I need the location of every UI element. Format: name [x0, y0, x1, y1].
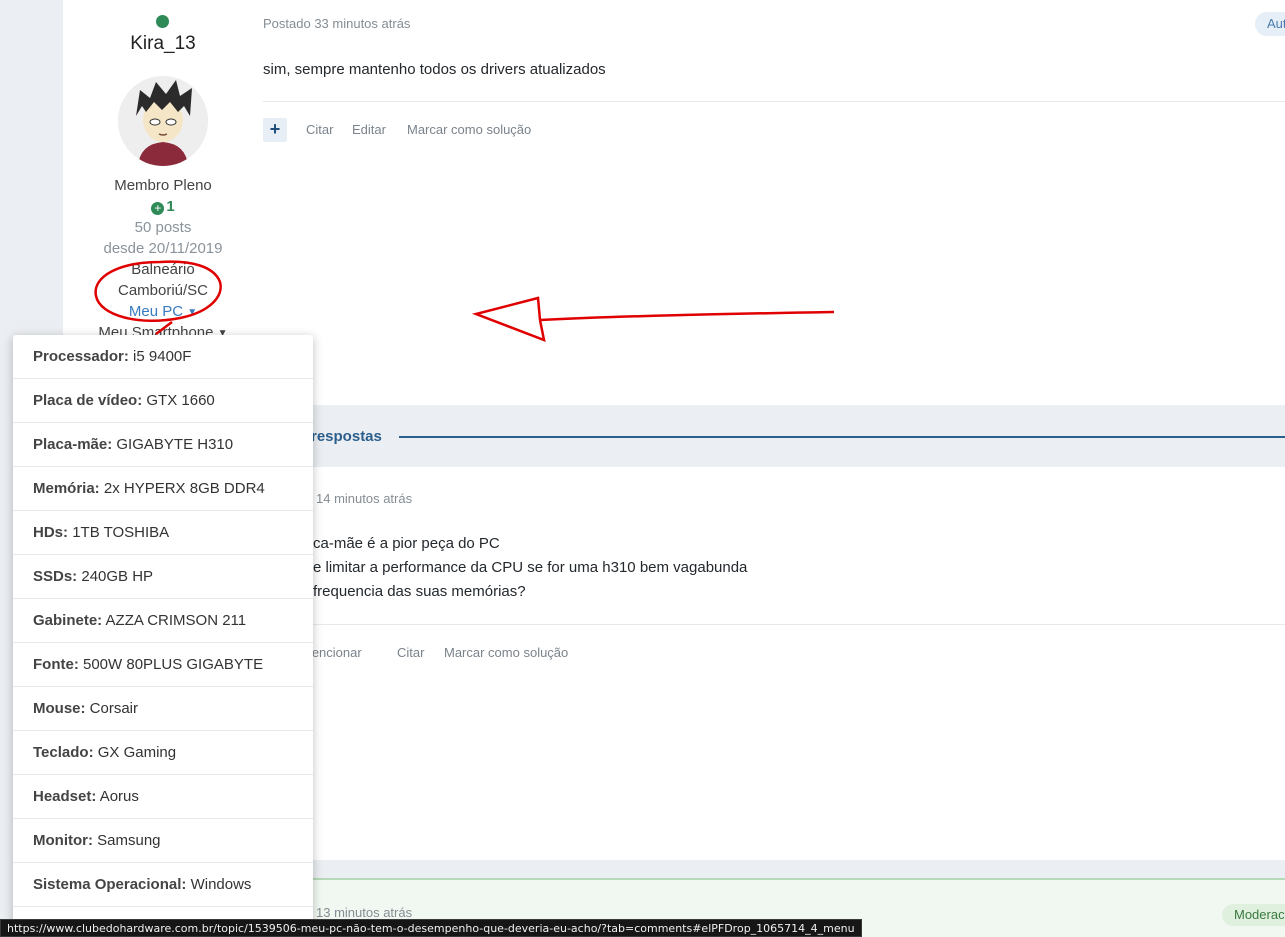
plus-circle-icon: + — [151, 202, 165, 215]
post-line-2: e limitar a performance da CPU se for um… — [313, 559, 748, 576]
menu-item-key: HDs: — [33, 524, 69, 541]
mark-solution-button[interactable]: Marcar como solução — [444, 645, 568, 660]
meu-pc-label[interactable]: Meu PC — [129, 303, 183, 320]
quote-button[interactable]: Citar — [306, 122, 333, 137]
menu-item-memoria[interactable]: Memória: 2x HYPERX 8GB DDR4 — [13, 467, 313, 511]
menu-item-value: 2x HYPERX 8GB DDR4 — [103, 480, 265, 497]
menu-item-key: Teclado: — [33, 744, 94, 761]
menu-item-key: Fonte: — [33, 656, 79, 673]
menu-item-gabinete[interactable]: Gabinete: AZZA CRIMSON 211 — [13, 599, 313, 643]
menu-item-value: i5 9400F — [133, 348, 192, 365]
post-date: 13 minutos atrás — [316, 905, 413, 920]
online-status-icon — [156, 15, 169, 28]
menu-item-sistema-operacional[interactable]: Sistema Operacional: Windows — [13, 863, 313, 907]
location-line-2: Camboriú/SC — [117, 282, 209, 299]
menu-item-monitor[interactable]: Monitor: Samsung — [13, 819, 313, 863]
author-badge: Aut — [1255, 12, 1285, 36]
post-content: sim, sempre mantenho todos os drivers at… — [263, 61, 606, 78]
post-count: 50 posts — [134, 219, 192, 236]
moderator-badge: Moderac — [1222, 904, 1285, 926]
post-date: Postado 33 minutos atrás — [263, 16, 411, 31]
menu-item-key: Processador: — [33, 348, 129, 365]
menu-item-hds[interactable]: HDs: 1TB TOSHIBA — [13, 511, 313, 555]
menu-item-value: GX Gaming — [97, 744, 177, 761]
menu-item-key: Monitor: — [33, 832, 93, 849]
menu-item-fonte[interactable]: Fonte: 500W 80PLUS GIGABYTE — [13, 643, 313, 687]
author-name[interactable]: Kira_13 — [63, 33, 263, 55]
location-line-1: Balneário — [131, 261, 195, 278]
menu-item-placa-de-video[interactable]: Placa de vídeo: GTX 1660 — [13, 379, 313, 423]
meu-pc-dropdown-menu: Processador: i5 9400F Placa de vídeo: GT… — [13, 335, 313, 937]
post-line-1: ca-mãe é a pior peça do PC — [313, 535, 500, 552]
menu-item-value: 240GB HP — [81, 568, 154, 585]
menu-item-ssds[interactable]: SSDs: 240GB HP — [13, 555, 313, 599]
menu-item-placa-mae[interactable]: Placa-mãe: GIGABYTE H310 — [13, 423, 313, 467]
reputation: +1 — [63, 198, 263, 215]
caret-down-icon: ▼ — [187, 307, 198, 318]
menu-item-value: Corsair — [89, 700, 139, 717]
menu-item-key: Placa de vídeo: — [33, 392, 143, 409]
mark-solution-button[interactable]: Marcar como solução — [407, 122, 531, 137]
member-since: desde 20/11/2019 — [103, 240, 223, 257]
menu-item-mouse[interactable]: Mouse: Corsair — [13, 687, 313, 731]
menu-item-key: SSDs: — [33, 568, 78, 585]
menu-item-key: Gabinete: — [33, 612, 103, 629]
edit-button[interactable]: Editar — [352, 122, 386, 137]
member-rank: Membro Pleno — [114, 177, 212, 194]
avatar[interactable] — [118, 76, 208, 166]
menu-item-value: 500W 80PLUS GIGABYTE — [83, 656, 264, 673]
menu-item-key: Placa-mãe: — [33, 436, 113, 453]
meu-pc-toggle[interactable]: Meu PC ▼ — [63, 303, 263, 320]
menu-item-key: Headset: — [33, 788, 97, 805]
menu-item-value: Samsung — [97, 832, 161, 849]
menu-item-value: GIGABYTE H310 — [116, 436, 234, 453]
replies-divider — [399, 436, 1285, 438]
browser-status-url: https://www.clubedohardware.com.br/topic… — [0, 919, 862, 937]
quote-button[interactable]: Citar — [397, 645, 424, 660]
reputation-count: 1 — [166, 198, 175, 215]
menu-item-headset[interactable]: Headset: Aorus — [13, 775, 313, 819]
menu-item-key: Mouse: — [33, 700, 86, 717]
menu-item-value: Windows — [190, 876, 252, 893]
menu-item-value: 1TB TOSHIBA — [72, 524, 170, 541]
menu-item-value: Aorus — [99, 788, 139, 805]
post-date: 14 minutos atrás — [316, 491, 413, 506]
menu-item-teclado[interactable]: Teclado: GX Gaming — [13, 731, 313, 775]
menu-item-value: AZZA CRIMSON 211 — [105, 612, 247, 629]
menu-item-key: Memória: — [33, 480, 100, 497]
replies-title: respostas — [311, 428, 382, 445]
menu-item-key: Sistema Operacional: — [33, 876, 187, 893]
post-line-3: frequencia das suas memórias? — [313, 583, 526, 600]
menu-item-processador[interactable]: Processador: i5 9400F — [13, 335, 313, 379]
post-divider — [311, 624, 1285, 625]
menu-item-value: GTX 1660 — [146, 392, 215, 409]
post-divider — [263, 101, 1285, 102]
add-reaction-button[interactable]: + — [263, 118, 287, 142]
